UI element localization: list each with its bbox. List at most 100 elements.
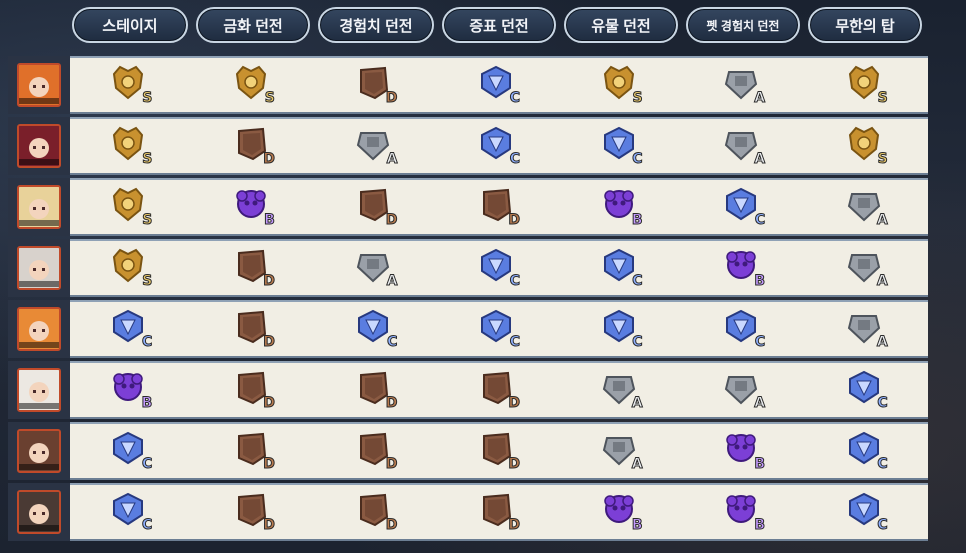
rank-letter: C: [509, 334, 520, 351]
rank-cell: D: [194, 363, 314, 417]
rank-cells: B D D D A A C: [70, 361, 928, 419]
purple-skull-gem-icon: B: [723, 430, 766, 473]
rank-letter: D: [263, 151, 276, 168]
rank-cell: A: [684, 119, 804, 173]
rank-letter: D: [508, 212, 521, 229]
rank-letter: A: [876, 212, 888, 229]
rank-cell: C: [807, 363, 927, 417]
portrait-cell: [8, 117, 70, 175]
rank-cell: C: [562, 119, 682, 173]
silver-shield-icon: A: [846, 186, 888, 229]
rank-letter: D: [385, 395, 398, 412]
character-portrait[interactable]: [17, 246, 61, 290]
rank-cell: S: [71, 58, 191, 112]
rank-cells: S S D C S A S: [70, 56, 928, 114]
bronze-shield-icon: D: [478, 491, 520, 534]
rank-letter: S: [142, 273, 153, 290]
rank-cell: D: [439, 180, 559, 234]
rank-letter: D: [263, 395, 276, 412]
bronze-shield-icon: D: [233, 308, 275, 351]
rank-cell: D: [439, 424, 559, 478]
rank-letter: C: [877, 395, 888, 412]
rank-letter: D: [385, 212, 398, 229]
rank-cells: C D D D B B C: [70, 483, 928, 541]
rank-cell: D: [316, 58, 436, 112]
character-row: C D D D B B C: [8, 483, 928, 541]
rank-letter: D: [385, 90, 398, 107]
rank-letter: B: [631, 517, 643, 534]
character-row: C D C C C C A: [8, 300, 928, 358]
purple-skull-gem-icon: B: [723, 247, 766, 290]
blue-crystal-icon: C: [110, 430, 153, 473]
category-tabs: 스테이지 금화 던전 경험치 던전 증표 던전 유물 던전 펫 경험치 던전 무한의 탑: [72, 6, 922, 44]
rank-letter: B: [754, 273, 766, 290]
portrait-cell: [8, 422, 70, 480]
tab-0[interactable]: 스테이지: [72, 7, 188, 43]
character-portrait[interactable]: [17, 124, 61, 168]
character-portrait[interactable]: [17, 368, 61, 412]
rank-cells: S B D D B C A: [70, 178, 928, 236]
blue-crystal-icon: C: [723, 308, 766, 351]
rank-letter: S: [142, 90, 153, 107]
blue-crystal-icon: C: [478, 64, 520, 107]
tab-3[interactable]: 증표 던전: [442, 7, 556, 43]
rank-cell: D: [439, 363, 559, 417]
rank-cell: C: [439, 58, 559, 112]
tab-5[interactable]: 펫 경험치 던전: [686, 7, 800, 43]
rank-letter: C: [509, 151, 520, 168]
character-portrait[interactable]: [17, 429, 61, 473]
rank-letter: A: [386, 151, 398, 168]
rank-cell: C: [71, 485, 191, 539]
bronze-shield-icon: D: [233, 491, 275, 534]
rank-letter: C: [387, 334, 398, 351]
tab-2[interactable]: 경험치 던전: [318, 7, 434, 43]
rank-cell: S: [807, 58, 927, 112]
rank-letter: C: [509, 273, 520, 290]
tab-1[interactable]: 금화 던전: [196, 7, 310, 43]
blue-crystal-icon: C: [723, 186, 766, 229]
character-portrait[interactable]: [17, 307, 61, 351]
rank-cell: C: [316, 302, 436, 356]
gold-crest-icon: S: [110, 125, 153, 168]
bronze-shield-icon: D: [478, 369, 521, 412]
bronze-shield-icon: D: [478, 186, 521, 229]
rank-cell: B: [684, 424, 804, 478]
silver-shield-icon: A: [723, 64, 766, 107]
tab-4[interactable]: 유물 던전: [564, 7, 678, 43]
rank-cell: C: [71, 424, 191, 478]
rank-cell: C: [807, 424, 927, 478]
portrait-cell: [8, 178, 70, 236]
silver-shield-icon: A: [601, 430, 643, 473]
rank-cell: S: [71, 180, 191, 234]
portrait-cell: [8, 483, 70, 541]
character-portrait[interactable]: [17, 185, 61, 229]
blue-crystal-icon: C: [478, 125, 520, 168]
gold-crest-icon: S: [846, 64, 888, 107]
character-portrait[interactable]: [17, 490, 61, 534]
blue-crystal-icon: C: [478, 308, 520, 351]
tab-6[interactable]: 무한의 탑: [808, 7, 922, 43]
silver-shield-icon: A: [355, 125, 398, 168]
bronze-shield-icon: D: [355, 430, 398, 473]
rank-cell: C: [71, 302, 191, 356]
rank-letter: C: [632, 334, 643, 351]
rank-cell: C: [439, 302, 559, 356]
blue-crystal-icon: C: [601, 247, 643, 290]
rank-cell: B: [71, 363, 191, 417]
character-row: S D A C C A S: [8, 117, 928, 175]
rank-letter: D: [263, 456, 276, 473]
rank-cell: A: [562, 363, 682, 417]
character-portrait[interactable]: [17, 63, 61, 107]
rank-letter: A: [631, 395, 643, 412]
rank-letter: C: [632, 151, 643, 168]
rank-letter: D: [508, 395, 521, 412]
gold-crest-icon: S: [110, 64, 153, 107]
gold-crest-icon: S: [846, 125, 888, 168]
rank-cell: C: [439, 241, 559, 295]
rank-cell: A: [807, 241, 927, 295]
purple-skull-gem-icon: B: [601, 186, 643, 229]
rank-letter: C: [632, 273, 643, 290]
portrait-cell: [8, 56, 70, 114]
rank-cell: D: [316, 180, 436, 234]
rank-letter: C: [141, 334, 153, 351]
